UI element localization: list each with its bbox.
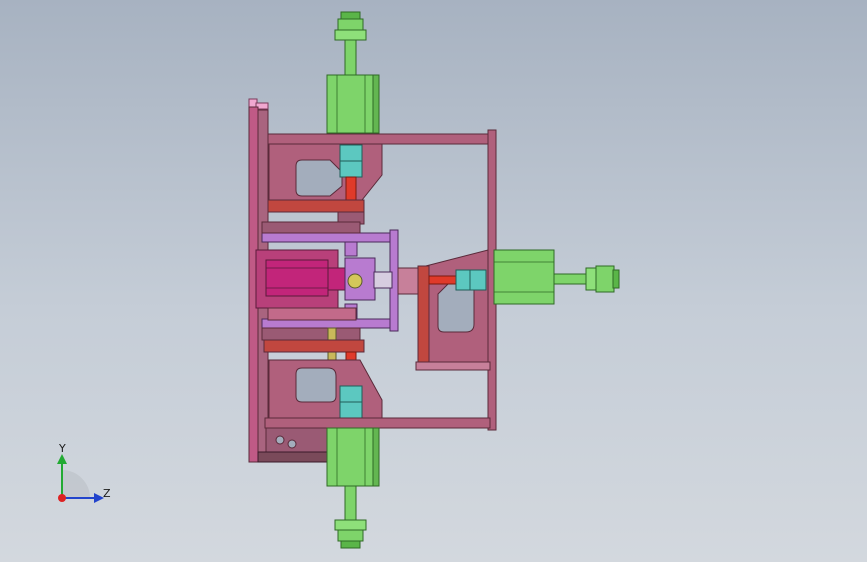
top-nut-flange — [334, 29, 367, 41]
yellow-disc — [347, 273, 363, 289]
center-spring — [373, 271, 393, 289]
right-cylinder-body — [493, 249, 555, 305]
bottom-nut — [337, 529, 364, 542]
bottom-cylinder — [326, 427, 380, 549]
top-cylinder — [326, 11, 380, 134]
y-axis-label: Y — [58, 442, 66, 455]
right-cylinder — [415, 249, 620, 371]
right-nut — [595, 265, 615, 293]
right-red-rod — [428, 275, 460, 285]
bottom-piston-rod — [344, 485, 357, 523]
upper-frame — [263, 133, 491, 225]
right-bracket-slot — [437, 283, 475, 333]
upper-crossbar — [264, 133, 491, 145]
lower-crossbar — [264, 417, 491, 429]
right-connector — [455, 269, 487, 291]
upper-red-rod — [345, 176, 357, 202]
top-nut — [337, 18, 364, 31]
upper-bracket-slot — [295, 159, 343, 197]
z-axis-label: Z — [103, 487, 111, 500]
origin-marker-icon — [58, 494, 66, 502]
violet-bar-top — [261, 232, 395, 243]
top-piston-rod — [344, 39, 357, 76]
assembly-drawing: Y Z — [57, 11, 620, 549]
top-cylinder-body — [326, 74, 376, 134]
upper-red-plate — [263, 199, 365, 213]
right-piston-rod — [553, 273, 589, 285]
top-nut-top — [340, 11, 361, 20]
lower-bracket-slot — [295, 367, 337, 403]
axis-triad: Y Z — [57, 442, 111, 503]
bottom-cylinder-body — [326, 427, 376, 487]
magenta-actuator — [265, 259, 329, 297]
y-axis-arrow-icon — [57, 454, 67, 464]
cad-viewport[interactable]: Y Z — [0, 0, 867, 562]
lower-red-plate — [263, 339, 365, 353]
